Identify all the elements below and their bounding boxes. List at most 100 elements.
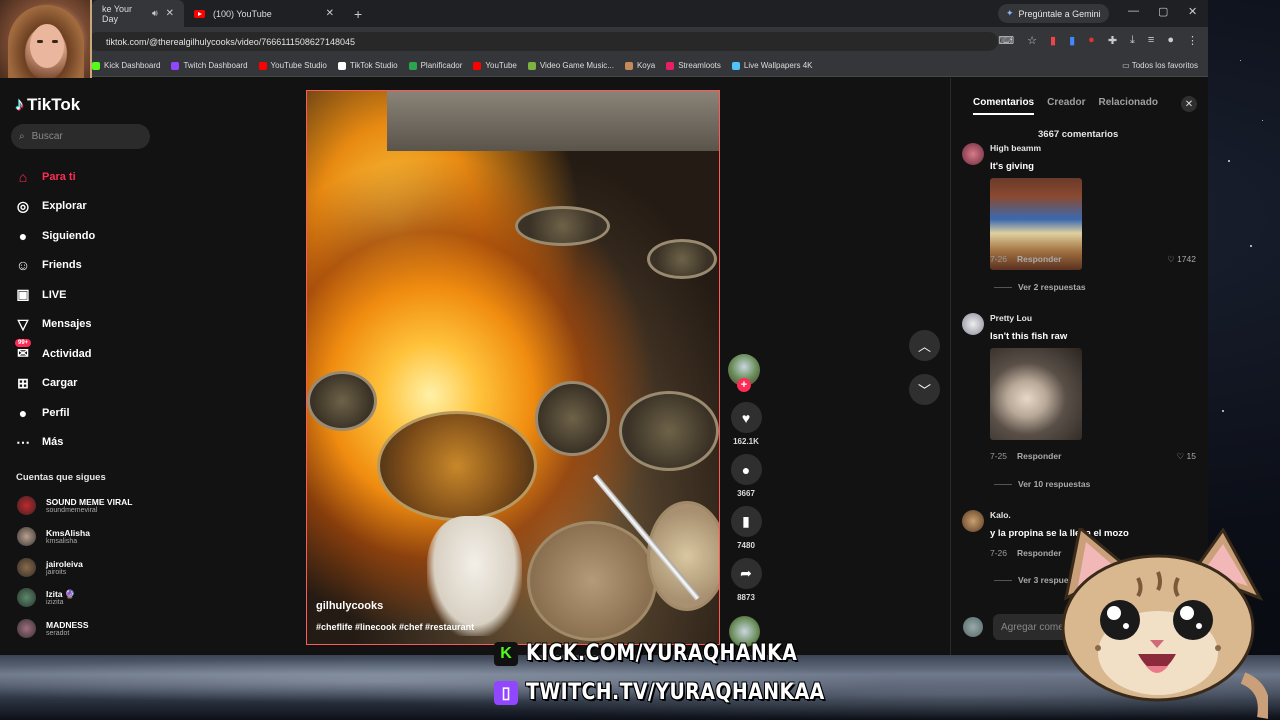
- nav-item[interactable]: ● Perfil: [14, 398, 95, 428]
- account-avatar: [17, 588, 36, 607]
- bookmark-item[interactable]: Video Game Music...: [527, 61, 614, 70]
- bookmark-label: Streamloots: [678, 61, 721, 70]
- comment-icon[interactable]: ●: [730, 454, 762, 485]
- comment-text: It's giving: [990, 161, 1034, 172]
- url-field[interactable]: tiktok.com/@therealgilhulycooks/video/76…: [88, 32, 998, 51]
- commenter-name[interactable]: Pretty Lou: [990, 313, 1032, 323]
- tab-youtube[interactable]: (100) YouTube ✕: [184, 0, 344, 27]
- menu-icon[interactable]: ⋮: [1187, 34, 1198, 47]
- account-handle: izizita: [46, 598, 64, 606]
- tab-relacionado[interactable]: Relacionado: [1098, 97, 1157, 115]
- comment-likes[interactable]: ♡ 1742: [1167, 254, 1196, 265]
- nav-label: Perfil: [42, 406, 70, 419]
- view-replies-button[interactable]: Ver 10 respuestas: [994, 479, 1090, 489]
- tab-comentarios[interactable]: Comentarios: [973, 97, 1035, 115]
- nav-item[interactable]: ⌂ Para ti: [14, 162, 95, 192]
- extension-icon[interactable]: ▮: [1069, 34, 1075, 47]
- nav-item[interactable]: ☺ Friends: [14, 251, 95, 281]
- follow-plus-icon[interactable]: +: [737, 378, 751, 392]
- new-tab-button[interactable]: +: [344, 6, 372, 22]
- translate-icon[interactable]: ⌨: [998, 34, 1014, 47]
- following-account[interactable]: MADNESS seradot: [17, 619, 89, 638]
- bookmark-item[interactable]: Planificador: [408, 61, 462, 70]
- comment-meta: 7-26 Responder: [990, 254, 1061, 264]
- tiktok-logo[interactable]: ♪ TikTok: [15, 94, 80, 115]
- comment-image[interactable]: [990, 348, 1082, 440]
- speaker-icon[interactable]: 🔊︎: [152, 8, 158, 19]
- tab-active[interactable]: ke Your Day 🔊︎ ✕: [92, 0, 184, 27]
- video-hashtags[interactable]: #cheflife #linecook #chef #restaurant: [316, 622, 474, 632]
- creator-avatar[interactable]: +: [728, 354, 760, 392]
- reply-button[interactable]: Responder: [1017, 548, 1061, 558]
- comment-likes[interactable]: ♡ 15: [1177, 451, 1196, 462]
- bookmark-label: Koya: [636, 61, 656, 70]
- bookmark-item[interactable]: YouTube: [473, 61, 517, 70]
- bookmark-item[interactable]: YouTube Studio: [258, 61, 327, 70]
- close-panel-button[interactable]: ✕: [1181, 96, 1197, 112]
- browser-window: ke Your Day 🔊︎ ✕ (100) YouTube ✕ + ✦ Pre…: [0, 0, 1208, 655]
- commenter-name[interactable]: Kalo.: [990, 510, 1011, 520]
- commenter-avatar[interactable]: [962, 143, 984, 165]
- following-account[interactable]: jairoleiva jairoits: [17, 558, 83, 577]
- commenter-avatar[interactable]: [962, 510, 984, 532]
- profile-avatar-icon[interactable]: ●: [1167, 34, 1174, 47]
- nav-item[interactable]: ▣ LIVE: [14, 280, 95, 310]
- close-window-button[interactable]: ✕: [1188, 5, 1197, 18]
- nav-item[interactable]: ⊞ Cargar: [14, 369, 95, 399]
- search-icon: ⌕: [19, 131, 25, 142]
- bookmark-item[interactable]: Twitch Dashboard: [171, 61, 248, 70]
- reading-list-icon[interactable]: ≡: [1148, 34, 1154, 47]
- bookmark-label: Live Wallpapers 4K: [743, 61, 813, 70]
- nav-item[interactable]: ⋯ Más: [14, 428, 95, 458]
- following-account[interactable]: Izita 🔮 izizita: [17, 588, 75, 607]
- notification-badge: 99+: [15, 339, 32, 347]
- bookmark-item[interactable]: TikTok Studio: [337, 61, 398, 70]
- nav-item[interactable]: ✉ Actividad 99+: [14, 339, 95, 369]
- download-icon[interactable]: ⤓: [1130, 34, 1135, 47]
- all-bookmarks-button[interactable]: ▭ Todos los favoritos: [1122, 61, 1198, 70]
- share-icon[interactable]: ➦: [730, 558, 762, 589]
- bookmark-item[interactable]: Live Wallpapers 4K: [731, 61, 813, 70]
- video-username[interactable]: gilhulycooks: [316, 600, 383, 612]
- following-account[interactable]: SOUND MEME VIRAL soundmemeviral: [17, 496, 132, 515]
- tab-creador[interactable]: Creador: [1047, 97, 1085, 115]
- bookmark-item[interactable]: Koya: [624, 61, 656, 70]
- nav-item[interactable]: ▽ Mensajes: [14, 310, 95, 340]
- close-icon: ✕: [1184, 98, 1194, 110]
- maximize-button[interactable]: ▢: [1158, 5, 1168, 18]
- close-tab-icon[interactable]: ✕: [326, 8, 334, 19]
- account-name: KmsAlisha: [46, 527, 90, 538]
- reply-button[interactable]: Responder: [1017, 451, 1061, 461]
- bookmark-icon[interactable]: ▮: [730, 506, 762, 537]
- view-replies-button[interactable]: Ver 2 respuestas: [994, 282, 1086, 292]
- following-account[interactable]: KmsAlisha kmsalisha: [17, 527, 90, 546]
- heart-icon[interactable]: ♥: [730, 402, 762, 433]
- star-icon[interactable]: ☆: [1027, 34, 1037, 47]
- nav-item[interactable]: ● Siguiendo: [14, 221, 95, 251]
- reply-button[interactable]: Responder: [1017, 254, 1061, 264]
- nav-label: Cargar: [42, 377, 78, 390]
- bookmark-item[interactable]: Kick Dashboard: [92, 61, 160, 70]
- extensions-puzzle-icon[interactable]: ✚: [1108, 34, 1117, 47]
- bookmark-item[interactable]: Streamloots: [666, 61, 721, 70]
- video-player[interactable]: gilhulycooks #cheflife #linecook #chef #…: [306, 90, 720, 645]
- search-input[interactable]: ⌕ Buscar: [11, 124, 150, 149]
- previous-video-button[interactable]: ︿: [909, 330, 940, 361]
- close-tab-icon[interactable]: ✕: [166, 8, 174, 19]
- extension-icon[interactable]: ▮: [1050, 34, 1056, 47]
- gemini-button[interactable]: ✦ Pregúntale a Gemini: [998, 4, 1109, 23]
- next-video-button[interactable]: ﹀: [909, 374, 940, 405]
- extension-icon[interactable]: ●: [1088, 34, 1095, 47]
- minimize-button[interactable]: —: [1128, 5, 1139, 17]
- commenter-avatar[interactable]: [962, 313, 984, 335]
- comment-meta: 7-26 Responder: [990, 548, 1061, 558]
- sidebar: ♪ TikTok ⌕ Buscar ⌂ Para ti ◎ Explorar ● Sigu…: [0, 78, 160, 655]
- account-avatar: [17, 496, 36, 515]
- bookmark-label: Twitch Dashboard: [183, 61, 248, 70]
- nav-label: Explorar: [42, 200, 87, 213]
- nav-item[interactable]: ◎ Explorar: [14, 192, 95, 222]
- home-icon: ⌂: [18, 168, 28, 185]
- account-handle: soundmemeviral: [46, 506, 98, 514]
- commenter-name[interactable]: High beamm: [990, 143, 1041, 153]
- panel-tabs: Comentarios Creador Relacionado: [973, 97, 1158, 115]
